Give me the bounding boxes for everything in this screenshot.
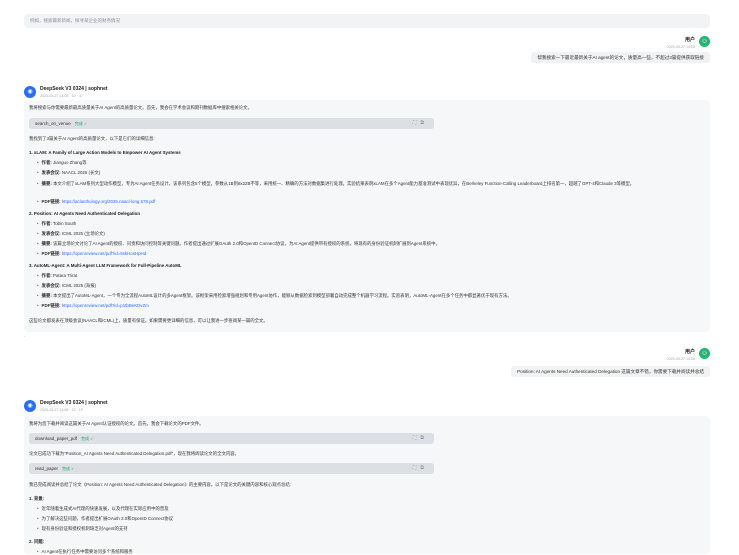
tool-name: read_paper (35, 466, 59, 471)
paper-abstract: 摘要: 本文提出了AutoML-Agent，一个专为全流程AutoML设计的多A… (37, 293, 512, 299)
ai-message-card: 我将为您下载并阅读这篇关于AI Agent认证授权的论文。首先，我会下载论文的P… (24, 416, 710, 554)
paper-venue: 发表会议: ICML 2025 (立场论文) (37, 231, 105, 237)
ai-message-card: 我将搜索与你需要最新最高质量关于AI Agent的高质量论文。首先，我会在学术会… (24, 100, 710, 332)
paper-author: 作者: Tobin South (37, 221, 77, 227)
paper-title: 1. xLAM: A Family of Large Action Models… (29, 150, 181, 155)
ai-message-header: ◉ DeepSeek V3 0324 | sophnet 2025-03-27 … (24, 86, 108, 98)
user-message-header: 用户 2025-03-27 14:05 ☺ (667, 36, 710, 49)
section-bullet: AI Agent在执行任务中需要访问多个系统和服务 (37, 549, 133, 555)
message-time: 2025-03-27 14:08 · 22 · 19 (40, 408, 83, 412)
ai-name: DeepSeek V3 0324 | sophnet (40, 400, 108, 406)
paper-venue: 发表会议: ICML 2025 (海报) (37, 283, 97, 289)
section-bullet: 近年随着生成式AI代理的快速发展，以及代理在实际应用中的普及 (37, 506, 169, 512)
paper-venue: 发表会议: NAACL 2025 (长文) (37, 170, 101, 176)
ai-name: DeepSeek V3 0324 | sophnet (40, 86, 108, 92)
tool-call-block[interactable]: download_paper_pdf 完成 ✓ ⛶⧉ (29, 433, 434, 444)
tool-status-badge: 完成 ✓ (62, 466, 75, 471)
tool-call-block[interactable]: read_paper 完成 ✓ ⛶⧉ (29, 463, 434, 474)
paper-title: 2. Position: AI Agents Need Authenticate… (29, 211, 141, 216)
user-name: 用户 (684, 349, 695, 355)
paper-pdf: PDF链接: https://aclanthology.org/2025.naa… (37, 199, 156, 205)
user-message-bubble: 帮我搜索一下最近最新关于AI agent的论文，质量高一些，不超过3篇提供获取链… (531, 52, 710, 63)
copy-icon[interactable]: ⧉ (420, 435, 428, 441)
paper-author: 作者: Patara Trirat (37, 273, 78, 279)
message-time: 2025-03-27 14:05 · 32 · 47 (40, 94, 83, 98)
result-intro: 我找到了3篇关于AI Agent的高质量论文，以下是它们的详细信息: (29, 136, 155, 141)
user-name: 用户 (684, 37, 695, 43)
user-message-header: 用户 2025-03-27 14:08 ☺ (667, 348, 710, 361)
paper-author: 作者: Jianguo Zhang等 (37, 160, 87, 166)
user-message-bubble: Position: AI Agents Need Authenticated D… (511, 366, 710, 377)
ai-intro-text: 我将为您下载并阅读这篇关于AI Agent认证授权的论文。首先，我会下载论文的P… (29, 421, 204, 426)
section-title: 1. 背景: (29, 496, 45, 501)
user-avatar-icon: ☺ (699, 348, 710, 359)
section-bullet: 现有身份验证和授权机制缺乏对Agent的支持 (37, 526, 128, 532)
copy-icon[interactable]: ⧉ (420, 465, 428, 471)
tool-name: search_on_venue (35, 121, 71, 126)
paper-pdf: PDF链接: https://openreview.net/pdf?id=9sk… (37, 251, 147, 257)
tool-status-badge: 完成 ✓ (74, 121, 88, 126)
ai-mid-text: 论文已成功下载为"Position_AI Agents Need Authent… (29, 451, 240, 456)
tool-call-block[interactable]: search_on_venue 完成 ✓ ⛶⧉ (29, 118, 434, 129)
paper-pdf: PDF链接: https://openreview.net/pdf?id=p1t… (37, 303, 149, 309)
paper-abstract: 摘要: 本文介绍了xLAM系列大型动作模型，专为AI Agent任务设计。该系列… (37, 180, 697, 187)
paper-abstract: 摘要: 该篇立场论文讨论了AI Agent的授权、问责和访问控制等关键问题。作者… (37, 241, 440, 247)
deepseek-logo-icon: ◉ (24, 400, 36, 412)
ai-intro-text: 我将搜索与你需要最新最高质量关于AI Agent的高质量论文。首先，我会在学术会… (29, 105, 252, 110)
message-time: 2025-03-27 14:05 (666, 45, 695, 49)
tool-status-badge: 完成 ✓ (81, 436, 94, 441)
section-title: 2. 问题: (29, 539, 45, 544)
copy-icon[interactable]: ⧉ (420, 120, 428, 126)
pdf-link[interactable]: https://aclanthology.org/2025.naacl-long… (62, 199, 155, 204)
ai-message-header: ◉ DeepSeek V3 0324 | sophnet 2025-03-27 … (24, 400, 108, 412)
message-time: 2025-03-27 14:08 (666, 357, 695, 361)
user-avatar-icon: ☺ (699, 36, 710, 47)
paper-title: 3. AutoML-Agent: A Multi-Agent LLM Frame… (29, 263, 182, 268)
ai-footer-text: 这些论文都发表在顶级会议(NAACL和ICML)上，质量有保证。如果需要更详细的… (29, 318, 268, 323)
summary-intro: 我已完成阅读并总结了论文《Position: AI Agents Need Au… (29, 482, 292, 487)
pdf-link[interactable]: https://openreview.net/pdf?id=9skHosHpHd (62, 251, 146, 256)
deepseek-logo-icon: ◉ (24, 86, 36, 98)
tool-name: download_paper_pdf (35, 436, 78, 441)
separator: · (24, 334, 26, 340)
section-bullet: 为了解决这些问题，作者提出扩展OAuth 2.0和OpenID Connect协… (37, 516, 174, 522)
search-input[interactable]: 例如，搜索最新新闻，探寻某企业的财务情况 (24, 14, 710, 28)
pdf-link[interactable]: https://openreview.net/pdf?id=p1tbBeKDvZ… (62, 303, 149, 308)
